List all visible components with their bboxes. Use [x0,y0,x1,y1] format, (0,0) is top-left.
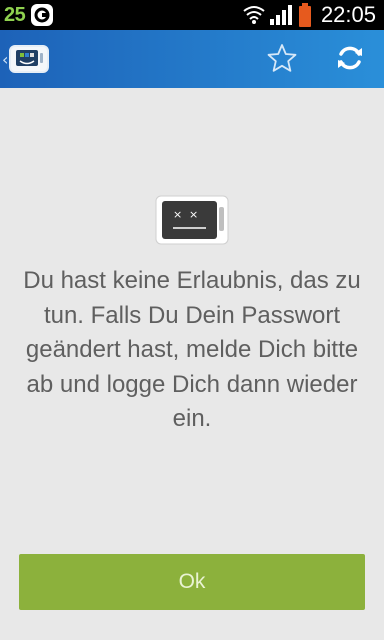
notification-count: 25 [4,3,26,26]
error-content: × × Du hast keine Erlaubnis, das zu tun.… [0,88,384,640]
refresh-button[interactable] [330,42,370,78]
dead-terminal-icon: × × [155,195,229,245]
refresh-icon [335,43,365,77]
screen: 25 22:05 ‹ × × Du hast keine Erlaubnis, … [0,0,384,640]
ok-button[interactable]: Ok [19,554,365,610]
status-bar: 25 22:05 [0,0,384,30]
svg-text:×: × [189,208,198,221]
battery-icon [298,3,311,27]
svg-text:×: × [173,208,182,221]
chevron-left-icon: ‹ [2,49,9,69]
favorite-button[interactable] [264,42,300,78]
home-up-button[interactable]: ‹ [2,41,50,77]
signal-icon [269,4,293,26]
app-notification-icon [31,4,54,26]
wifi-icon [243,4,265,26]
clock: 22:05 [320,2,376,27]
app-bar: ‹ [0,30,384,88]
status-bar-system: 22:05 [243,2,376,27]
star-icon [266,42,298,78]
status-bar-notifications: 25 [4,3,54,26]
app-logo-icon [9,45,50,73]
error-message: Du hast keine Erlaubnis, das zu tun. Fal… [23,267,361,432]
